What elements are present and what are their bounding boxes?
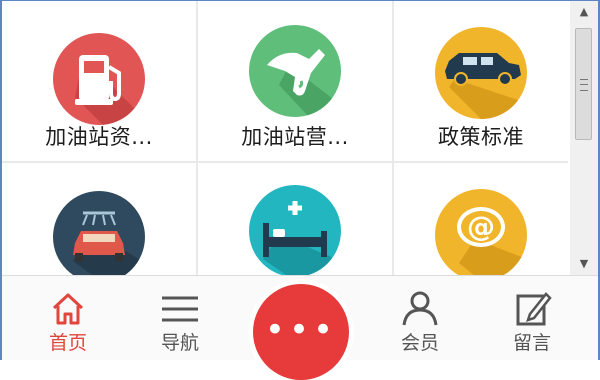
fuel-nozzle-icon — [249, 25, 341, 117]
scroll-grip-icon — [580, 79, 588, 91]
nav-guide[interactable]: 导航 — [140, 276, 220, 361]
home-icon — [52, 293, 84, 325]
nav-message-label: 留言 — [512, 332, 551, 354]
car-icon — [435, 27, 527, 119]
more-dots-icon: ••• — [264, 310, 338, 350]
grid-item-station-info[interactable]: 加油站资... — [2, 1, 196, 161]
nav-member[interactable]: 会员 — [380, 276, 460, 361]
grid-item-hotel[interactable] — [198, 163, 392, 277]
grid-item-policy[interactable]: 政策标准 — [394, 1, 568, 161]
scroll-down-arrow-icon[interactable]: ▼ — [570, 253, 598, 275]
hotel-bed-icon — [249, 185, 341, 277]
nav-home[interactable]: 首页 — [28, 276, 108, 361]
scroll-thumb[interactable] — [575, 28, 592, 140]
grid-item-station-operation[interactable]: 加油站营... — [198, 1, 392, 161]
nav-message[interactable]: 留言 — [492, 276, 572, 361]
nav-guide-label: 导航 — [160, 332, 199, 354]
vertical-scrollbar[interactable]: ▲ ▼ — [570, 1, 598, 275]
menu-icon — [162, 296, 198, 322]
grid-item-label: 加油站资... — [45, 125, 153, 149]
scroll-up-arrow-icon[interactable]: ▲ — [570, 1, 598, 23]
service-grid: 加油站资... 加油站营... 政策标准 @ — [2, 1, 568, 283]
user-icon — [402, 291, 438, 326]
grid-item-car-wash[interactable] — [2, 163, 196, 283]
grid-item-contact[interactable]: @ — [394, 163, 568, 281]
svg-text:@: @ — [467, 210, 495, 243]
car-wash-icon — [53, 191, 145, 283]
nav-home-label: 首页 — [48, 332, 87, 354]
fuel-pump-icon — [53, 33, 145, 125]
more-fab-button[interactable]: ••• — [253, 284, 349, 380]
nav-member-label: 会员 — [400, 332, 439, 354]
grid-item-label: 政策标准 — [438, 125, 524, 149]
grid-item-label: 加油站营... — [241, 125, 349, 149]
edit-icon — [516, 292, 552, 326]
at-sign-icon: @ — [435, 189, 527, 281]
